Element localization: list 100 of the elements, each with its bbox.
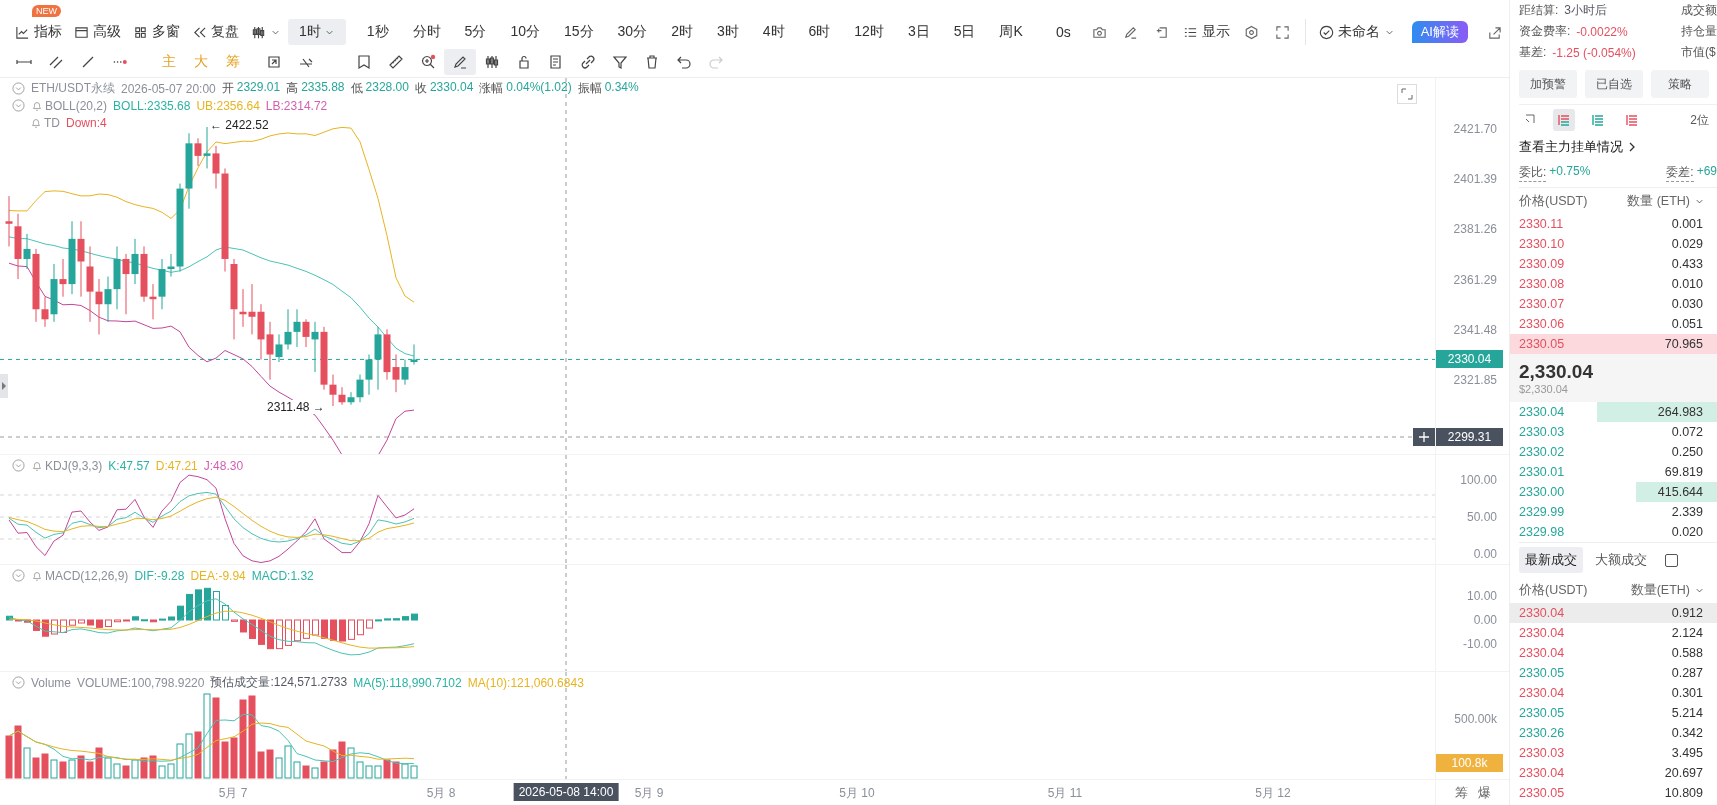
interval-tab[interactable]: 10分 <box>499 19 551 45</box>
trade-price: 2330.04 <box>1519 626 1565 640</box>
field-value: 2335.88 <box>301 80 345 96</box>
field-label: 开 <box>221 80 234 97</box>
indicator-name: KDJ(9,3,3) <box>45 458 103 473</box>
trade-quantity: 0.287 <box>1671 666 1703 680</box>
indicator-value: UB:2356.64 <box>196 98 260 113</box>
trade-quantity: 5.214 <box>1671 706 1703 720</box>
trade-price: 2330.26 <box>1519 726 1565 740</box>
ask-quantity: 0.051 <box>1671 317 1703 331</box>
menu-button[interactable]: 指标 <box>10 19 67 45</box>
trade-quantity: 20.697 <box>1664 766 1703 780</box>
ai-button[interactable]: AI解读 <box>1411 21 1468 43</box>
indicator-value: VOLUME:100,798.9220 <box>77 675 205 690</box>
order-analysis-link[interactable]: 查看主力挂单情况 <box>1519 138 1623 156</box>
stat-label: 成交额 <box>1681 2 1717 19</box>
interval-tab[interactable]: 30分 <box>606 19 659 45</box>
axis-toggle[interactable]: 爆 <box>1477 783 1491 802</box>
ask-price: 2330.11 <box>1519 217 1564 231</box>
interval-tab[interactable]: 12时 <box>843 19 895 45</box>
precision-label[interactable]: 2位 <box>1690 111 1709 129</box>
price-tick: 2401.39 <box>1453 172 1497 187</box>
ask-quantity: 0.001 <box>1671 217 1703 231</box>
date-label: 5月 8 <box>426 785 456 802</box>
column-header[interactable]: 数量(ETH) <box>1630 581 1690 599</box>
trade-price: 2330.04 <box>1519 646 1565 660</box>
indicator-name: BOLL(20,2) <box>45 98 108 113</box>
interval-tab[interactable]: 5日 <box>942 19 987 45</box>
kdj-tick: 50.00 <box>1466 510 1497 524</box>
bid-quantity: 0.250 <box>1671 445 1703 459</box>
bid-quantity: 0.020 <box>1671 525 1703 539</box>
trades-tab[interactable]: 大额成交 <box>1589 547 1653 573</box>
stat-value: -0.0022% <box>1576 24 1628 39</box>
layout-dropdown[interactable]: 未命名 <box>1313 19 1400 45</box>
bid-quantity: 0.072 <box>1671 425 1703 439</box>
ask-quantity: 0.433 <box>1671 257 1703 271</box>
indicator-value: MA(5):118,990.7102 <box>353 675 462 690</box>
indicator-name: Volume <box>31 675 72 690</box>
bid-quantity: 415.644 <box>1657 485 1703 499</box>
menu-button[interactable]: 复盘 <box>187 19 244 45</box>
column-header[interactable]: 数量 (ETH) <box>1627 192 1690 210</box>
interval-tab[interactable]: 3时 <box>705 19 750 45</box>
stat-label: 市值($ <box>1681 44 1716 61</box>
trades-tab[interactable]: 最新成交 <box>1519 547 1583 573</box>
axis-toggle[interactable]: 筹 <box>1454 783 1468 802</box>
interval-tab[interactable]: 1时 <box>288 19 346 45</box>
timer-text: 0s <box>1055 24 1071 40</box>
date-label: 5月 11 <box>1047 785 1083 802</box>
macd-tick: 0.00 <box>1473 613 1497 627</box>
bid-price: 2330.01 <box>1519 465 1565 479</box>
ask-price: 2330.05 <box>1519 337 1565 351</box>
interval-tab[interactable]: 4时 <box>751 19 796 45</box>
trade-price: 2330.05 <box>1519 666 1565 680</box>
indicator-value: DEA:-9.94 <box>190 568 246 583</box>
bid-price: 2330.04 <box>1519 405 1565 419</box>
ratio-label: 委比: <box>1519 164 1547 182</box>
last-price-badge: 2330.04 <box>1436 350 1503 369</box>
interval-tab[interactable]: 6时 <box>797 19 842 45</box>
action-button[interactable]: 加预警 <box>1519 70 1577 98</box>
interval-tab[interactable]: 5分 <box>453 19 498 45</box>
indicator-value: J:48.30 <box>203 458 244 473</box>
display-button[interactable]: 显示 <box>1177 19 1235 45</box>
indicator-value: LB:2314.72 <box>265 98 328 113</box>
time-label: 2026-05-07 20:00 <box>121 81 216 96</box>
date-label: 5月 9 <box>634 785 664 802</box>
field-label: 涨幅 <box>479 80 504 97</box>
last-price: 2,330.04 <box>1519 361 1594 383</box>
interval-tab[interactable]: 1秒 <box>355 19 400 45</box>
symbol-label: ETH/USDT永续 <box>31 80 115 97</box>
bid-quantity: 69.819 <box>1664 465 1703 479</box>
ratio-value: +0.75% <box>1549 164 1591 180</box>
trade-price: 2330.05 <box>1519 706 1565 720</box>
column-header: 价格(USDT) <box>1519 192 1588 210</box>
field-value: 0.34% <box>604 80 639 96</box>
stat-value: -1.25 (-0.054%) <box>1552 45 1636 60</box>
field-value: 0.04%(1.02) <box>506 80 572 96</box>
price-tick: 2421.70 <box>1453 122 1497 136</box>
action-button[interactable]: 已自选 <box>1585 70 1643 98</box>
interval-tab[interactable]: 分时 <box>401 19 452 45</box>
menu-button[interactable]: 多窗 <box>128 19 185 45</box>
action-button[interactable]: 策略 <box>1651 70 1709 98</box>
field-value: 2329.01 <box>236 80 281 96</box>
interval-tab[interactable]: 3日 <box>896 19 941 45</box>
trade-price: 2330.04 <box>1519 766 1565 780</box>
menu-button[interactable]: 高级 <box>69 19 126 45</box>
field-label: 收 <box>414 80 427 97</box>
trade-quantity: 0.588 <box>1671 646 1703 660</box>
field-label: 振幅 <box>577 80 602 97</box>
stat-label: 距结算: <box>1519 2 1559 19</box>
field-value: 2328.00 <box>365 80 409 96</box>
stat-label: 持仓量 <box>1681 23 1717 40</box>
ask-price: 2330.06 <box>1519 317 1565 331</box>
bid-quantity: 264.983 <box>1657 405 1703 419</box>
trade-quantity: 0.912 <box>1671 606 1703 620</box>
stat-label: 基差: <box>1519 44 1547 61</box>
interval-tab[interactable]: 2时 <box>660 19 704 45</box>
interval-tab[interactable]: 15分 <box>552 19 605 45</box>
interval-tab[interactable]: 周K <box>988 19 1034 45</box>
price-tick: 2361.29 <box>1453 272 1497 287</box>
price-tick: 2381.26 <box>1453 222 1497 237</box>
